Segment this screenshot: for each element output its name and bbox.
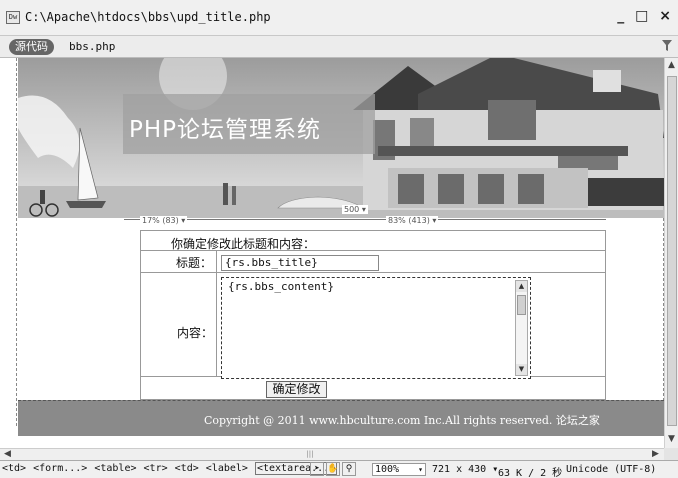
window-title: C:\Apache\htdocs\bbs\upd_title.php (25, 10, 271, 24)
width-ruler-line (124, 219, 606, 220)
tag-td[interactable]: <td> (2, 463, 26, 474)
textarea-scrollbar[interactable]: ▲ ▼ (515, 280, 528, 376)
title-label-cell: 标题： (141, 251, 217, 273)
window-controls[interactable]: _ □ × (617, 8, 674, 24)
view-tools: ➤ ✋ ⚲ (310, 462, 358, 476)
title-label: 标题： (175, 256, 212, 270)
window-titlebar: Dw C:\Apache\htdocs\bbs\upd_title.php _ … (0, 0, 678, 36)
filter-icon[interactable] (662, 40, 672, 55)
tag-label[interactable]: <label> (206, 463, 248, 474)
content-label: 内容： (177, 326, 214, 340)
table-width-indicator[interactable]: 500 ▾ 17% (83) ▾ 83% (413) ▾ (124, 205, 606, 225)
banner-title: PHP论坛管理系统 (129, 117, 322, 143)
edit-form-table: 你确定修改此标题和内容： 标题： {rs.bbs_title} 内容： {rs.… (140, 230, 606, 400)
table-width-label[interactable]: 500 ▾ (342, 205, 368, 214)
content-textarea[interactable]: {rs.bbs_content} ▲ ▼ (221, 277, 531, 379)
prompt-row: 你确定修改此标题和内容： (141, 231, 605, 251)
scrollbar-corner (664, 448, 678, 460)
submit-button[interactable]: 确定修改 (266, 381, 327, 398)
tag-table[interactable]: <table> (94, 463, 136, 474)
dreamweaver-app-icon: Dw (6, 11, 20, 24)
download-size: 63 K / 2 秒 (498, 468, 563, 478)
design-horizontal-scrollbar[interactable]: ◀ ||| ▶ (0, 448, 664, 460)
design-view[interactable]: PHP论坛管理系统 500 ▾ 17% (83) ▾ 83% (413) ▾ 你… (0, 58, 664, 448)
hand-icon[interactable]: ✋ (326, 462, 340, 476)
scroll-up-icon[interactable]: ▲ (516, 281, 527, 292)
document-toolbar: 源代码 bbs.php (0, 36, 678, 58)
scroll-down-icon[interactable]: ▼ (516, 364, 527, 375)
encoding-label: Unicode (UTF-8) (566, 464, 657, 475)
related-file-tab[interactable]: bbs.php (69, 40, 115, 53)
zoom-select[interactable]: 100% ▾ (372, 463, 426, 476)
window-size-select[interactable]: 721 x 430 ▾ (432, 464, 498, 475)
banner-title-box: PHP论坛管理系统 (123, 94, 375, 154)
tag-form[interactable]: <form...> (33, 463, 87, 474)
tag-td-inner[interactable]: <td> (175, 463, 199, 474)
tag-selector: <td> <form...> <table> <tr> <td> <label>… (2, 462, 338, 475)
zoom-icon[interactable]: ⚲ (342, 462, 356, 476)
page-footer: Copyright @ 2011 www.hbculture.com Inc.A… (18, 400, 664, 436)
tag-tr[interactable]: <tr> (144, 463, 168, 474)
horizontal-scroll-thumb[interactable]: ||| (300, 450, 320, 459)
banner-image: PHP论坛管理系统 (18, 58, 664, 218)
zoom-value: 100% (375, 464, 400, 475)
scroll-right-icon[interactable]: ▶ (652, 449, 659, 459)
chevron-down-icon: ▾ (418, 465, 423, 474)
scroll-left-icon[interactable]: ◀ (4, 449, 11, 459)
textarea-scroll-thumb[interactable] (517, 295, 526, 315)
right-column-width-label[interactable]: 83% (413) ▾ (386, 216, 439, 225)
left-column-width-label[interactable]: 17% (83) ▾ (140, 216, 188, 225)
title-input[interactable]: {rs.bbs_title} (221, 255, 379, 271)
scroll-up-icon[interactable]: ▲ (668, 60, 675, 70)
vertical-scroll-thumb[interactable] (667, 76, 677, 426)
status-bar: <td> <form...> <table> <tr> <td> <label>… (0, 460, 678, 478)
design-vertical-scrollbar[interactable]: ▲ ▼ (664, 58, 678, 448)
source-code-tab[interactable]: 源代码 (9, 39, 54, 55)
scroll-down-icon[interactable]: ▼ (668, 434, 675, 444)
content-textarea-value: {rs.bbs_content} (228, 280, 334, 293)
confirm-prompt: 你确定修改此标题和内容： (171, 237, 316, 251)
copyright-text: Copyright @ 2011 www.hbculture.com Inc.A… (204, 414, 600, 427)
pointer-icon[interactable]: ➤ (310, 462, 324, 476)
